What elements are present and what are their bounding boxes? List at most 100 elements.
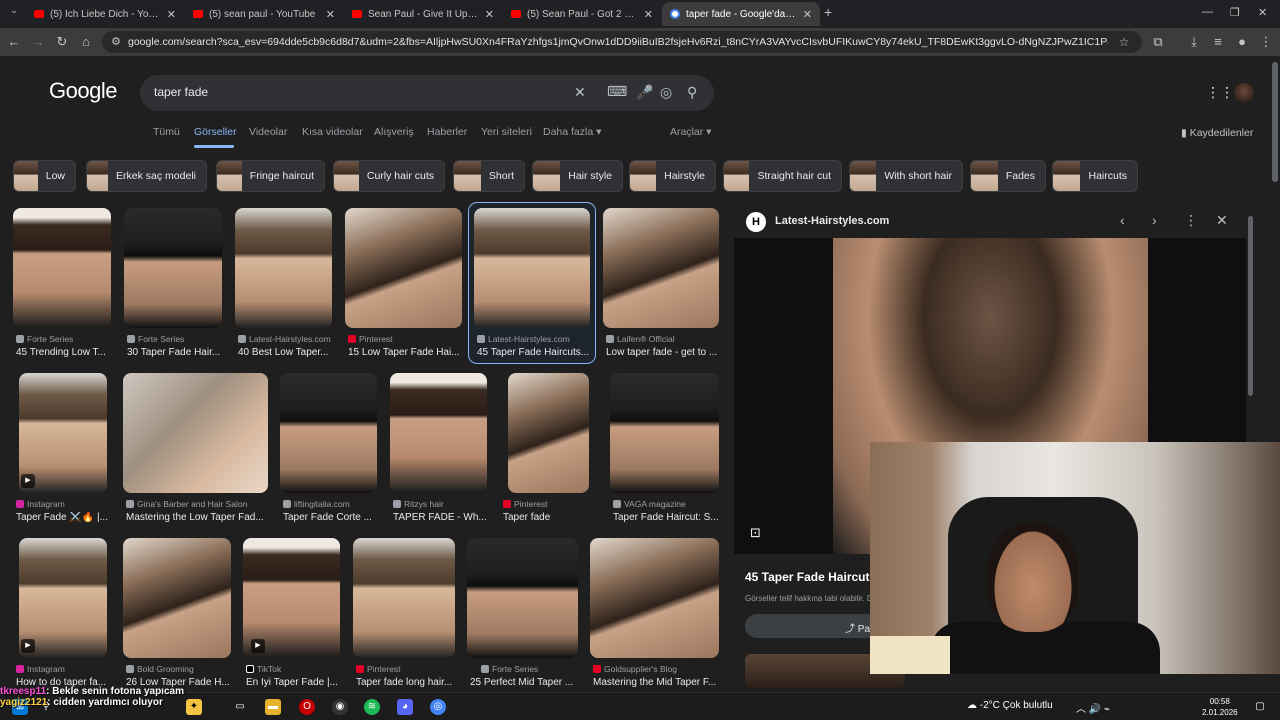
close-tab-icon[interactable]: ✕	[644, 8, 653, 21]
image-result[interactable]: liftingitalia.com Taper Fade Corte ...	[280, 373, 378, 527]
image-result[interactable]: Forte Series 30 Taper Fade Hair...	[124, 208, 222, 362]
chip-fades[interactable]: Fades	[970, 160, 1046, 192]
result-title[interactable]: Taper fade	[503, 512, 597, 523]
close-window-icon[interactable]: ✕	[1258, 6, 1267, 19]
close-tab-icon[interactable]: ✕	[167, 8, 176, 21]
result-title[interactable]: 30 Taper Fade Hair...	[127, 347, 221, 358]
result-title[interactable]: Taper fade long hair...	[356, 677, 455, 688]
reload-icon[interactable]: ↻	[54, 34, 70, 50]
search-box[interactable]: taper fade ✕ ⌨ 🎤 ◎ ⚲	[140, 75, 714, 111]
keyboard-icon[interactable]: ⌨	[607, 83, 627, 100]
chip-short[interactable]: Short	[453, 160, 525, 192]
chip-low[interactable]: Low	[13, 160, 76, 192]
tab-videos[interactable]: Videolar	[249, 126, 287, 138]
image-result[interactable]: ▶ Instagram Taper Fade ⚔️🔥 |...	[13, 373, 111, 527]
close-tab-icon[interactable]: ✕	[326, 8, 335, 21]
result-source[interactable]: Pinterest	[356, 664, 401, 674]
image-result[interactable]: VAGA magazine Taper Fade Haircut: S...	[610, 373, 720, 527]
result-title[interactable]: 25 Perfect Mid Taper ...	[470, 677, 578, 688]
image-result[interactable]: Goldsupplier's Blog Mastering the Mid Ta…	[590, 538, 720, 688]
search-icon[interactable]: ⚲	[687, 84, 697, 101]
result-title[interactable]: 45 Taper Fade Haircuts...	[477, 347, 591, 358]
microphone-icon[interactable]: 🎤	[636, 84, 653, 101]
result-title[interactable]: 40 Best Low Taper...	[238, 347, 332, 358]
image-result[interactable]: Laifen® Official Low taper fade - get to…	[603, 208, 719, 362]
chip-hairstyle[interactable]: Hairstyle	[629, 160, 716, 192]
image-result[interactable]: Pinterest Taper fade long hair...	[353, 538, 456, 688]
file-explorer-icon[interactable]: ▬	[265, 699, 281, 715]
result-title[interactable]: 45 Trending Low T...	[16, 347, 110, 358]
close-panel-icon[interactable]: ✕	[1216, 212, 1228, 229]
result-source[interactable]: Gina's Barber and Hair Salon	[126, 499, 247, 509]
address-bar[interactable]: ⚙ google.com/search?sca_esv=694dde5cb9c6…	[102, 31, 1142, 53]
result-source[interactable]: Instagram	[16, 664, 65, 674]
result-title[interactable]: TAPER FADE - Wh...	[393, 512, 487, 523]
restore-icon[interactable]: ❐	[1230, 6, 1240, 19]
image-result[interactable]: Pinterest 15 Low Taper Fade Hai...	[345, 208, 462, 362]
result-title[interactable]: Taper Fade Haircut: S...	[613, 512, 719, 523]
chip-straight-hair-cut[interactable]: Straight hair cut	[723, 160, 842, 192]
system-tray[interactable]: ︿ 🔊 ⌁	[1076, 700, 1110, 715]
tools-button[interactable]: Araçlar ▾	[670, 126, 711, 138]
previous-icon[interactable]: ‹	[1120, 212, 1125, 228]
download-icon[interactable]: ⤓	[1186, 34, 1202, 50]
bookmark-star-icon[interactable]: ☆	[1116, 35, 1132, 49]
result-thumbnail[interactable]	[590, 538, 719, 658]
opera-icon[interactable]: O	[299, 699, 315, 715]
browser-tab-5[interactable]: taper fade - Google'da Ara ✕	[662, 2, 820, 26]
result-thumbnail[interactable]	[123, 538, 231, 658]
chip-with-short-hair[interactable]: With short hair	[849, 160, 963, 192]
browser-tab-4[interactable]: (5) Sean Paul - Got 2 Luv U (fea ✕	[503, 2, 661, 26]
copilot-icon[interactable]: ✦	[186, 699, 202, 715]
menu-icon[interactable]: ⋮	[1258, 34, 1274, 50]
chip-haircuts[interactable]: Haircuts	[1052, 160, 1138, 192]
result-thumbnail[interactable]	[603, 208, 719, 328]
weather-widget[interactable]: ☁ -2°C Çok bulutlu	[967, 700, 1053, 711]
result-title[interactable]: 15 Low Taper Fade Hai...	[348, 347, 460, 358]
clock[interactable]: 00:58 2.01.2026	[1202, 696, 1238, 718]
profile-icon[interactable]: ●	[1234, 34, 1250, 49]
image-result[interactable]: Gina's Barber and Hair Salon Mastering t…	[123, 373, 268, 527]
search-input[interactable]: taper fade	[154, 85, 208, 99]
app-icon[interactable]: ◉	[332, 699, 348, 715]
back-icon[interactable]: ←	[6, 34, 22, 49]
chip-hair-style[interactable]: Hair style	[532, 160, 623, 192]
result-source[interactable]: Forte Series	[481, 664, 538, 674]
media-icon[interactable]: ≡	[1210, 34, 1226, 49]
image-result[interactable]: ▶ TikTok En İyi Taper Fade |...	[243, 538, 341, 688]
tab-shopping[interactable]: Alışveriş	[374, 126, 414, 138]
result-thumbnail[interactable]	[390, 373, 487, 493]
image-result[interactable]: Forte Series 45 Trending Low T...	[13, 208, 111, 362]
panel-title[interactable]: 45 Taper Fade Haircuts	[745, 570, 876, 584]
panel-scrollbar[interactable]	[1248, 216, 1253, 396]
image-result-selected[interactable]: Latest-Hairstyles.com 45 Taper Fade Hair…	[468, 202, 596, 364]
browser-tab-1[interactable]: (5) Ich Liebe Dich - YouTube ✕	[26, 2, 184, 26]
home-icon[interactable]: ⌂	[78, 34, 94, 49]
share-button[interactable]: ⤴ Pa	[745, 614, 885, 638]
result-thumbnail[interactable]	[124, 208, 222, 328]
result-thumbnail[interactable]	[280, 373, 377, 493]
result-source[interactable]: Laifen® Official	[606, 334, 675, 344]
result-source[interactable]: Forte Series	[16, 334, 73, 344]
result-thumbnail[interactable]	[345, 208, 462, 328]
volume-icon[interactable]: 🔊	[1089, 704, 1101, 715]
panel-site-name[interactable]: Latest-Hairstyles.com	[775, 215, 889, 227]
close-tab-icon[interactable]: ✕	[485, 8, 494, 21]
result-thumbnail[interactable]	[353, 538, 455, 658]
lens-search-icon[interactable]: ⊡	[750, 525, 761, 541]
forward-icon[interactable]: →	[30, 34, 46, 49]
image-result[interactable]: ▶ Instagram How to do taper fa...	[13, 538, 111, 688]
google-logo[interactable]: Google	[49, 78, 117, 104]
result-thumbnail[interactable]	[13, 208, 111, 328]
result-thumbnail[interactable]	[508, 373, 589, 493]
result-source[interactable]: Pinterest	[348, 334, 393, 344]
scrollbar-thumb[interactable]	[1272, 62, 1278, 182]
result-thumbnail[interactable]	[467, 538, 578, 658]
discord-icon[interactable]: ◕	[397, 699, 413, 715]
result-title[interactable]: Mastering the Low Taper Fad...	[126, 512, 266, 523]
result-title[interactable]: Mastering the Mid Taper F...	[593, 677, 719, 688]
result-title[interactable]: Low taper fade - get to ...	[606, 347, 718, 358]
image-result[interactable]: Pinterest Taper fade	[500, 373, 598, 527]
extensions-icon[interactable]: ⧉	[1150, 34, 1166, 50]
result-source[interactable]: Pinterest	[503, 499, 548, 509]
